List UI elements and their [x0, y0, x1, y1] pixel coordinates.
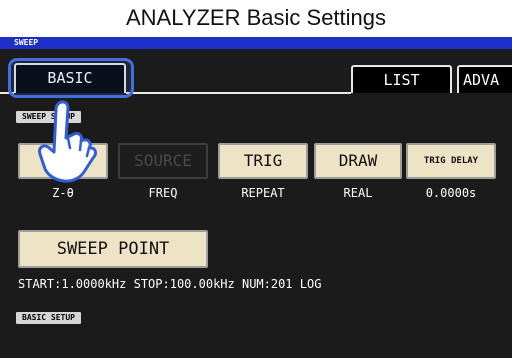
page-caption: ANALYZER Basic Settings: [125, 5, 387, 30]
trig-value: REPEAT: [241, 186, 285, 200]
source-button: SOURCE: [118, 143, 208, 179]
sweep-point-button[interactable]: SWEEP POINT: [18, 230, 208, 268]
sweep-summary: START:1.0000kHz STOP:100.00kHz NUM:201 L…: [18, 277, 322, 291]
section-label-basic-setup: BASIC SETUP: [16, 312, 81, 324]
tap-highlight: [8, 58, 134, 98]
tab-divider: [126, 92, 351, 94]
trig-delay-value: 0.0000s: [425, 186, 477, 200]
tab-advanced[interactable]: ADVA: [457, 65, 512, 93]
tab-list[interactable]: LIST: [351, 65, 452, 93]
pointing-hand-icon: [28, 98, 98, 188]
draw-value: REAL: [343, 186, 373, 200]
mode-header-bar: SWEEP: [0, 37, 512, 49]
trig-button[interactable]: TRIG: [218, 143, 308, 179]
source-value: FREQ: [148, 186, 178, 200]
draw-button[interactable]: DRAW: [314, 143, 402, 179]
trig-delay-button[interactable]: TRIG DELAY: [406, 143, 496, 179]
